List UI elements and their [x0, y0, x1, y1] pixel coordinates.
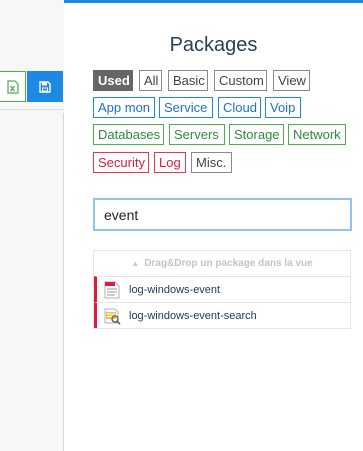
list-item[interactable]: log-windows-event-search [94, 302, 350, 328]
filter-all[interactable]: All [139, 70, 162, 91]
caret-up-icon: ▲ [131, 259, 140, 268]
filter-used[interactable]: Used [93, 70, 133, 91]
filter-service[interactable]: Service [159, 97, 213, 118]
filter-basic[interactable]: Basic [168, 70, 208, 91]
log-search-icon [104, 308, 121, 325]
excel-icon [6, 79, 19, 94]
left-vertical-line [63, 113, 64, 451]
save-button[interactable] [27, 71, 63, 102]
list-item-label: log-windows-event [129, 283, 221, 296]
filter-misc[interactable]: Misc. [191, 152, 232, 173]
search-input[interactable] [93, 198, 352, 231]
filter-custom[interactable]: Custom [214, 70, 267, 91]
filter-view[interactable]: View [273, 70, 310, 91]
left-divider [0, 109, 64, 110]
list-item-label: log-windows-event-search [129, 309, 257, 322]
drag-drop-hint-text: Drag&Drop un package dans la vue [144, 258, 313, 269]
save-icon [39, 80, 51, 93]
filter-cloud[interactable]: Cloud [218, 97, 261, 118]
filter-log[interactable]: Log [154, 152, 186, 173]
filter-security[interactable]: Security [93, 152, 149, 173]
filter-storage[interactable]: Storage [229, 124, 284, 145]
package-list: ▲ Drag&Drop un package dans la vue log-w… [93, 250, 351, 329]
log-document-icon [104, 281, 120, 298]
filter-network[interactable]: Network [288, 124, 346, 145]
page-title: Packages [169, 34, 258, 56]
excel-export-button[interactable] [0, 71, 26, 102]
filter-app-mon[interactable]: App mon [93, 97, 155, 118]
filter-servers[interactable]: Servers [169, 124, 225, 145]
filter-voip[interactable]: Voip [265, 97, 301, 118]
filter-databases[interactable]: Databases [93, 124, 164, 145]
list-item[interactable]: log-windows-event [94, 276, 350, 302]
left-pane [0, 0, 64, 451]
drag-drop-hint: ▲ Drag&Drop un package dans la vue [94, 251, 350, 276]
